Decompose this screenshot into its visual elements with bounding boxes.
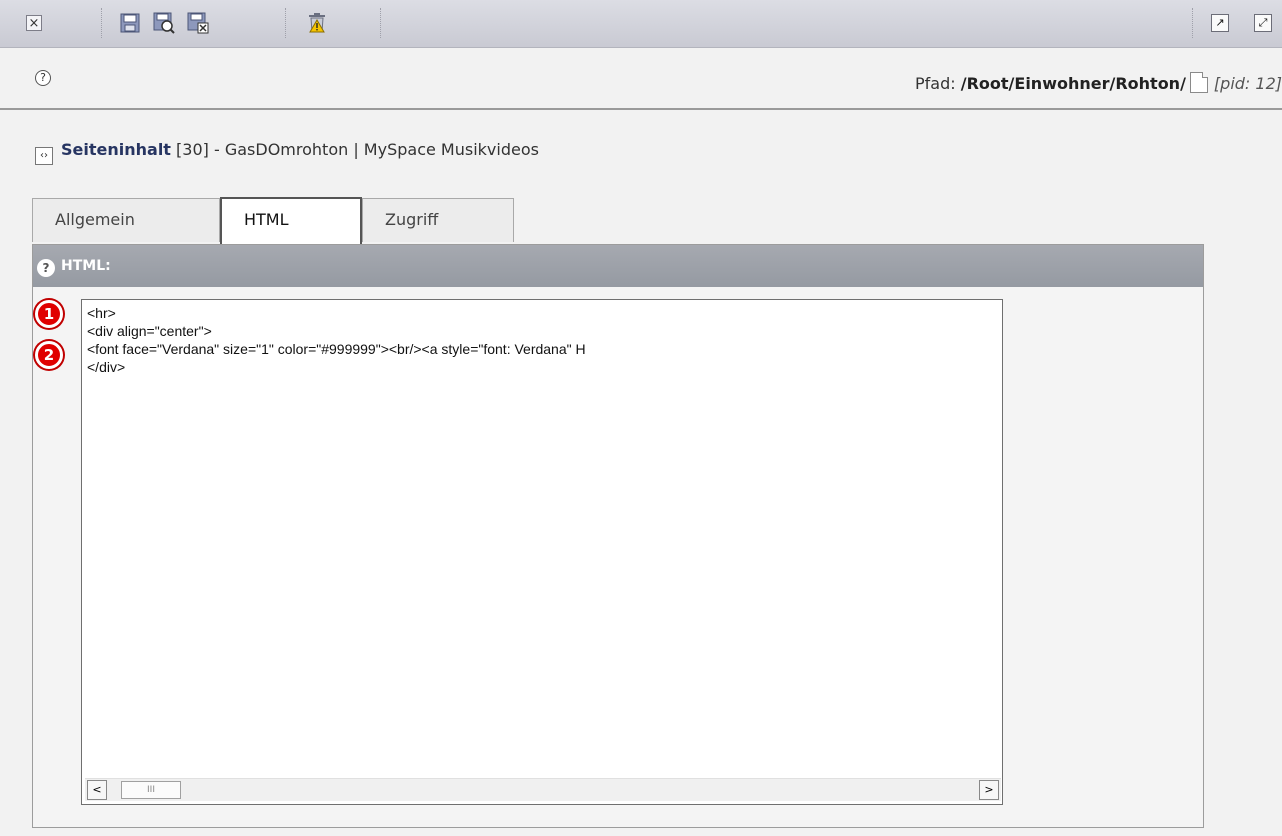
code-line: </div> bbox=[87, 359, 126, 375]
horizontal-scrollbar[interactable]: < III > bbox=[85, 778, 1001, 801]
close-button[interactable]: × bbox=[23, 12, 45, 34]
tab-label: Allgemein bbox=[55, 210, 135, 229]
tab-allgemein[interactable]: Allgemein bbox=[32, 198, 220, 242]
page-icon bbox=[1189, 72, 1208, 93]
tab-label: Zugriff bbox=[385, 210, 439, 229]
open-in-new-window-button[interactable]: ↗ bbox=[1209, 12, 1231, 34]
path-label: Pfad: bbox=[915, 74, 956, 93]
save-icon bbox=[120, 13, 140, 33]
toolbar-separator bbox=[380, 8, 381, 38]
html-code-editor[interactable]: <hr> <div align="center"> <font face="Ve… bbox=[81, 299, 1003, 805]
delete-icon bbox=[309, 13, 325, 33]
record-id: [30] bbox=[176, 140, 209, 159]
close-icon: × bbox=[26, 15, 42, 31]
save-and-close-icon bbox=[187, 12, 209, 34]
breadcrumb: Pfad: /Root/Einwohner/Rohton/ [pid: 12] bbox=[915, 72, 1282, 93]
annotation-marker-1: 1 bbox=[35, 300, 63, 328]
path-value[interactable]: /Root/Einwohner/Rohton/ bbox=[961, 74, 1186, 93]
code-line: <div align="center"> bbox=[87, 323, 212, 339]
scroll-right-button[interactable]: > bbox=[979, 780, 999, 800]
toolbar-separator bbox=[1192, 8, 1193, 38]
save-button[interactable] bbox=[119, 12, 141, 34]
tab-label: HTML bbox=[244, 210, 289, 229]
help-icon[interactable]: ? bbox=[37, 259, 55, 277]
toolbar-separator bbox=[101, 8, 102, 38]
record-type: Seiteninhalt bbox=[61, 140, 171, 159]
save-and-view-button[interactable] bbox=[153, 12, 175, 34]
fullscreen-icon: ⤢ bbox=[1254, 14, 1272, 32]
help-icon[interactable]: ? bbox=[35, 70, 51, 86]
content-element-icon: ‹› bbox=[35, 147, 53, 165]
code-line: <hr> bbox=[87, 305, 116, 321]
code-line: <font face="Verdana" size="1" color="#99… bbox=[87, 341, 586, 357]
save-and-close-button[interactable] bbox=[187, 12, 209, 34]
record-name: - GasDOmrohton | MySpace Musikvideos bbox=[213, 140, 539, 159]
panel-header: ? HTML: bbox=[33, 245, 1203, 287]
scroll-left-button[interactable]: < bbox=[87, 780, 107, 800]
html-panel: ? HTML: <hr> <div align="center"> <font f… bbox=[32, 244, 1204, 828]
save-and-view-icon bbox=[153, 12, 175, 34]
scroll-thumb[interactable]: III bbox=[121, 781, 181, 799]
delete-button[interactable] bbox=[306, 12, 328, 34]
panel-title: HTML: bbox=[61, 258, 111, 274]
tab-zugriff[interactable]: Zugriff bbox=[362, 198, 514, 242]
toolbar-separator bbox=[285, 8, 286, 38]
annotation-marker-2: 2 bbox=[35, 341, 63, 369]
path-header: ? Pfad: /Root/Einwohner/Rohton/ [pid: 12] bbox=[0, 48, 1282, 110]
tab-html[interactable]: HTML bbox=[220, 197, 362, 245]
code-content: <hr> <div align="center"> <font face="Ve… bbox=[82, 304, 1002, 376]
page-id: [pid: 12] bbox=[1213, 74, 1282, 93]
top-toolbar: × ↗ ⤢ bbox=[0, 0, 1282, 48]
fullscreen-button[interactable]: ⤢ bbox=[1252, 12, 1274, 34]
open-in-new-window-icon: ↗ bbox=[1211, 14, 1229, 32]
record-title: ‹› Seiteninhalt [30] - GasDOmrohton | MyS… bbox=[35, 140, 539, 165]
